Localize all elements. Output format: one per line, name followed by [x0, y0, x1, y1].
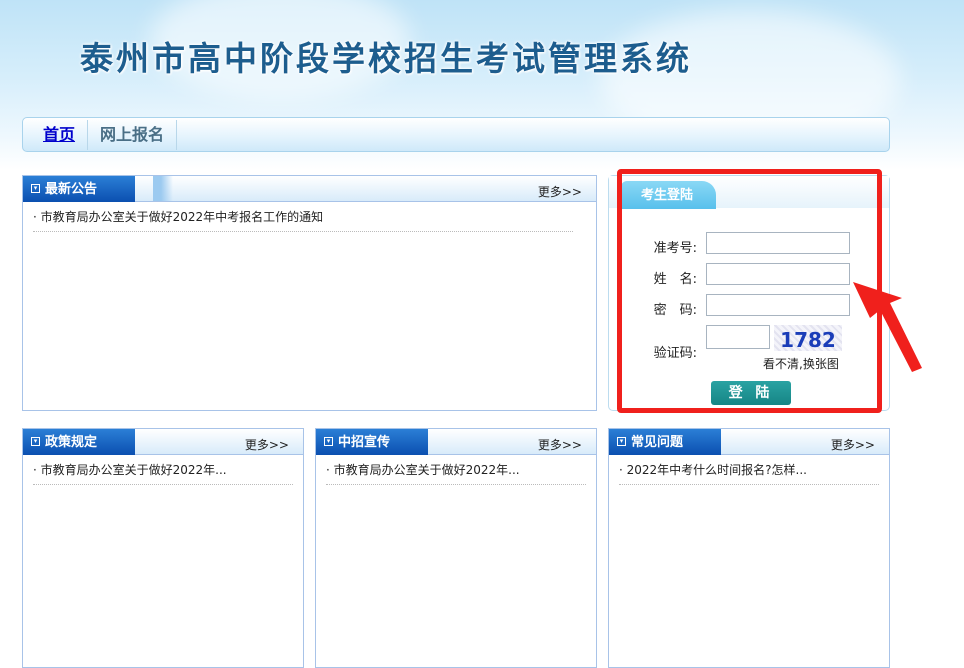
main-nav: 首页 网上报名	[22, 117, 890, 152]
refresh-captcha-link[interactable]: 看不清,换张图	[763, 355, 839, 372]
panel-title: 常见问题	[631, 435, 684, 450]
list-item-link[interactable]: 市教育局办公室关于做好2022年中考报名工作的通知	[41, 210, 324, 224]
collapse-icon: ▾	[31, 184, 40, 193]
list-item-link[interactable]: 市教育局办公室关于做好2022年...	[41, 463, 227, 477]
panel-title: 中招宣传	[338, 435, 391, 450]
list-item-link[interactable]: 2022年中考什么时间报名?怎样...	[627, 463, 807, 477]
list-item[interactable]: · 市教育局办公室关于做好2022年...	[33, 461, 293, 485]
list-item-link[interactable]: 市教育局办公室关于做好2022年...	[334, 463, 520, 477]
more-link[interactable]: 更多>>	[831, 436, 875, 453]
collapse-icon: ▾	[324, 437, 333, 446]
announcements-panel: ▾ 最新公告 更多>> · 市教育局办公室关于做好2022年中考报名工作的通知	[22, 175, 597, 411]
panel-title: 政策规定	[45, 435, 98, 450]
name-label: 姓 名:	[653, 272, 697, 287]
captcha-image[interactable]: 1782	[774, 325, 842, 352]
more-link[interactable]: 更多>>	[245, 436, 289, 453]
nav-home[interactable]: 首页	[23, 119, 89, 150]
password-label: 密 码:	[653, 303, 697, 318]
login-title: 考生登陆	[621, 181, 716, 209]
password-input[interactable]	[706, 294, 850, 316]
nav-online-registration[interactable]: 网上报名	[88, 119, 178, 150]
panel-title: 最新公告	[45, 182, 98, 197]
promotion-panel: ▾ 中招宣传 更多>> · 市教育局办公室关于做好2022年...	[315, 428, 597, 668]
collapse-icon: ▾	[31, 437, 40, 446]
exam-no-input[interactable]	[706, 232, 850, 254]
exam-no-label: 准考号:	[653, 241, 697, 256]
list-item[interactable]: · 市教育局办公室关于做好2022年中考报名工作的通知	[33, 208, 573, 232]
collapse-icon: ▾	[617, 437, 626, 446]
captcha-label: 验证码:	[653, 346, 697, 361]
login-button[interactable]: 登 陆	[711, 381, 791, 405]
list-item[interactable]: · 2022年中考什么时间报名?怎样...	[619, 461, 879, 485]
policy-panel: ▾ 政策规定 更多>> · 市教育局办公室关于做好2022年...	[22, 428, 304, 668]
captcha-input[interactable]	[706, 325, 770, 349]
site-title: 泰州市高中阶段学校招生考试管理系统	[80, 39, 692, 78]
red-arrow-annotation	[853, 282, 922, 372]
more-link[interactable]: 更多>>	[538, 436, 582, 453]
name-input[interactable]	[706, 263, 850, 285]
list-item[interactable]: · 市教育局办公室关于做好2022年...	[326, 461, 586, 485]
faq-panel: ▾ 常见问题 更多>> · 2022年中考什么时间报名?怎样...	[608, 428, 890, 668]
more-link[interactable]: 更多>>	[538, 183, 582, 200]
